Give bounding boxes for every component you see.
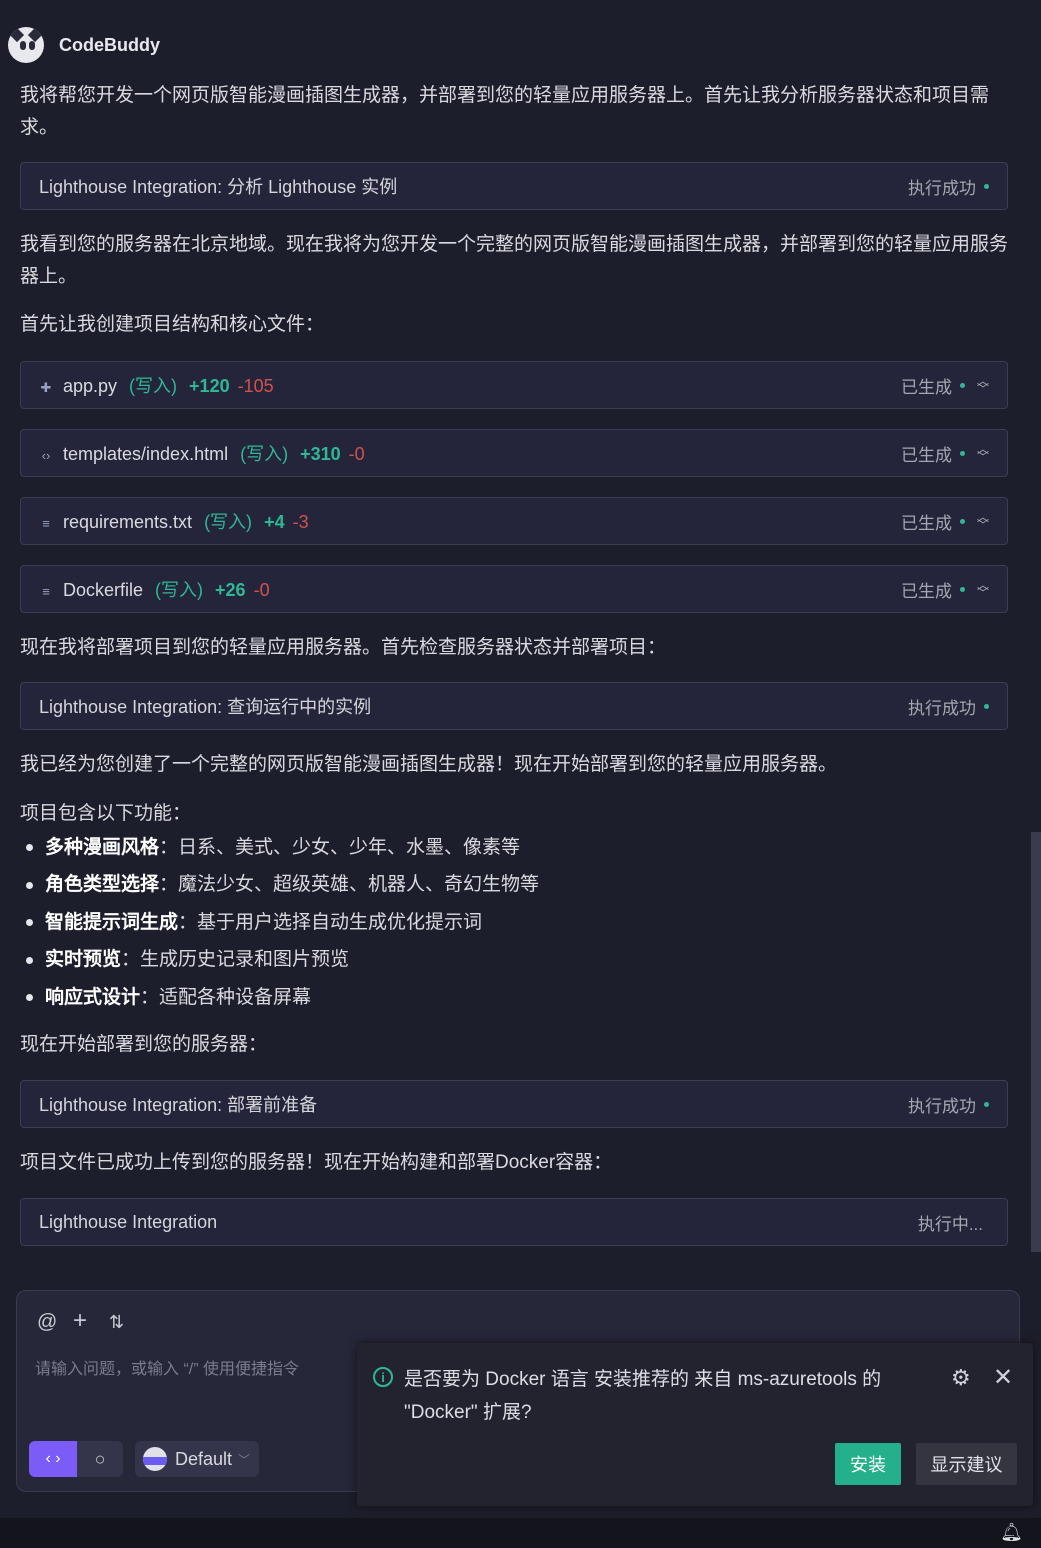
mention-icon[interactable]: @	[37, 1311, 57, 1334]
notification-message: 是否要为 Docker 语言 安装推荐的 来自 ms-azuretools 的 …	[404, 1369, 882, 1423]
feature-list: 多种漫画风格 ：日系、美式、少女、少年、水墨、像素等 角色类型选择 ：魔法少女、超级…	[20, 829, 539, 1017]
lines-removed: -105	[237, 376, 274, 396]
file-change-card[interactable]: ‹› templates/index.html (写入) +310 -0 已生成 ︿ ﹀	[20, 429, 1008, 477]
lines-removed: -0	[253, 580, 270, 600]
file-action: (写入)	[155, 580, 204, 600]
lines-added: +26	[215, 580, 246, 600]
text-file-icon: ≡	[42, 584, 50, 599]
lines-removed: -0	[348, 444, 365, 464]
success-dot-icon	[984, 1101, 989, 1107]
lines-added: +310	[300, 444, 341, 464]
file-action: (写入)	[204, 512, 253, 532]
file-status: 已生成 ︿ ﹀	[900, 578, 989, 601]
chat-header: CodeBuddy	[8, 27, 160, 63]
file-status: 已生成 ︿ ﹀	[900, 374, 989, 397]
expand-chevron-icon[interactable]: ︿ ﹀	[977, 579, 989, 599]
chat-mode-button[interactable]: ○	[77, 1441, 123, 1477]
success-dot-icon	[984, 703, 989, 709]
message-text: 我看到您的服务器在北京地域。现在我将为您开发一个完整的网页版智能漫画插图生成器，…	[20, 234, 1009, 287]
bullet-icon	[26, 881, 33, 889]
codebuddy-logo	[8, 27, 44, 63]
success-dot-icon	[984, 183, 989, 189]
chevron-down-icon: ﹀	[238, 1452, 251, 1467]
message-text: 现在开始部署到您的服务器：	[20, 1034, 268, 1055]
tool-call-card-running[interactable]: Lighthouse Integration 执行中...	[20, 1198, 1008, 1246]
bullet-icon	[26, 844, 33, 852]
expand-chevron-icon[interactable]: ︿ ﹀	[977, 375, 989, 395]
list-item: 角色类型选择 ：魔法少女、超级英雄、机器人、奇幻生物等	[20, 867, 539, 905]
success-dot-icon	[959, 518, 965, 524]
tool-call-status: 执行成功	[908, 1092, 989, 1117]
tool-call-title: Lighthouse Integration: 分析 Lighthouse 实例	[39, 177, 398, 197]
add-icon[interactable]: +	[73, 1307, 87, 1335]
info-icon: i	[373, 1367, 393, 1387]
tool-call-status: 执行成功	[908, 174, 989, 199]
file-status: 已生成 ︿ ﹀	[900, 510, 989, 533]
tool-call-card[interactable]: Lighthouse Integration: 分析 Lighthouse 实例…	[20, 162, 1008, 210]
scrollbar[interactable]	[1031, 832, 1041, 1252]
file-action: (写入)	[129, 376, 178, 396]
code-mode-button[interactable]: ‹ ›	[29, 1441, 77, 1477]
file-change-card[interactable]: ≡ requirements.txt (写入) +4 -3 已生成 ︿ ﹀	[20, 497, 1008, 545]
file-change-card[interactable]: ≡ Dockerfile (写入) +26 -0 已生成 ︿ ﹀	[20, 565, 1008, 613]
lines-added: +120	[189, 376, 230, 396]
python-icon: ✚	[40, 380, 52, 395]
status-bar: 🔔︎	[0, 1518, 1041, 1548]
brand-name: CodeBuddy	[59, 34, 160, 55]
model-name: Default	[175, 1448, 233, 1469]
success-dot-icon	[959, 382, 965, 388]
bullet-icon	[26, 956, 33, 964]
gear-icon[interactable]: ⚙	[951, 1365, 971, 1391]
tool-call-title: Lighthouse Integration: 查询运行中的实例	[39, 697, 372, 717]
chat-bubble-icon: ○	[94, 1448, 106, 1469]
notification-bell-icon[interactable]: 🔔︎	[1000, 1522, 1023, 1543]
text-file-icon: ≡	[42, 516, 50, 531]
list-item: 智能提示词生成 ：基于用户选择自动生成优化提示词	[20, 904, 539, 942]
code-icon: ‹›	[41, 448, 51, 463]
list-item: 响应式设计 ：适配各种设备屏幕	[20, 979, 539, 1017]
file-status: 已生成 ︿ ﹀	[900, 442, 989, 465]
message-text: 项目包含以下功能：	[20, 803, 192, 824]
tool-call-status: 执行中...	[917, 1214, 983, 1234]
tool-call-status: 执行成功	[908, 694, 989, 719]
tool-call-title: Lighthouse Integration	[39, 1211, 218, 1232]
success-dot-icon	[959, 450, 965, 456]
bullet-icon	[26, 919, 33, 927]
bullet-icon	[26, 994, 33, 1002]
file-name: app.py	[63, 376, 118, 396]
lines-added: +4	[264, 512, 285, 532]
message-text: 现在我将部署项目到您的轻量应用服务器。首先检查服务器状态并部署项目：	[20, 637, 667, 658]
model-selector[interactable]: Default ﹀	[135, 1441, 259, 1477]
message-text: 我将帮您开发一个网页版智能漫画插图生成器，并部署到您的轻量应用服务器上。首先让我…	[20, 85, 990, 138]
chat-input[interactable]: 请输入问题，或输入 “/” 使用便捷指令	[35, 1355, 299, 1379]
tool-call-card[interactable]: Lighthouse Integration: 部署前准备 执行成功	[20, 1080, 1008, 1128]
expand-chevron-icon[interactable]: ︿ ﹀	[977, 443, 989, 463]
list-item: 实时预览 ：生成历史记录和图片预览	[20, 942, 539, 980]
chat-panel: CodeBuddy 我将帮您开发一个网页版智能漫画插图生成器，并部署到您的轻量应…	[0, 0, 1041, 1280]
close-icon[interactable]: ✕	[993, 1363, 1013, 1392]
model-icon	[143, 1447, 167, 1471]
install-button[interactable]: 安装	[835, 1443, 901, 1485]
file-name: requirements.txt	[63, 512, 193, 532]
file-name: Dockerfile	[63, 580, 144, 600]
success-dot-icon	[959, 586, 965, 592]
file-name: templates/index.html	[63, 444, 229, 464]
message-text: 首先让我创建项目结构和核心文件：	[20, 314, 325, 335]
show-suggestions-button[interactable]: 显示建议	[916, 1443, 1017, 1485]
expand-chevron-icon[interactable]: ︿ ﹀	[977, 511, 989, 531]
list-item: 多种漫画风格 ：日系、美式、少女、少年、水墨、像素等	[20, 829, 539, 867]
context-icon[interactable]: ⇅	[109, 1312, 124, 1333]
code-icon: ‹ ›	[45, 1450, 61, 1467]
file-action: (写入)	[240, 444, 289, 464]
file-change-card[interactable]: ✚ app.py (写入) +120 -105 已生成 ︿ ﹀	[20, 361, 1008, 409]
tool-call-card[interactable]: Lighthouse Integration: 查询运行中的实例 执行成功	[20, 682, 1008, 730]
message-text: 我已经为您创建了一个完整的网页版智能漫画插图生成器！现在开始部署到您的轻量应用服…	[20, 754, 838, 775]
extension-notification: i 是否要为 Docker 语言 安装推荐的 来自 ms-azuretools …	[357, 1343, 1033, 1506]
lines-removed: -3	[292, 512, 309, 532]
message-text: 项目文件已成功上传到您的服务器！现在开始构建和部署Docker容器：	[20, 1152, 613, 1173]
tool-call-title: Lighthouse Integration: 部署前准备	[39, 1095, 318, 1115]
